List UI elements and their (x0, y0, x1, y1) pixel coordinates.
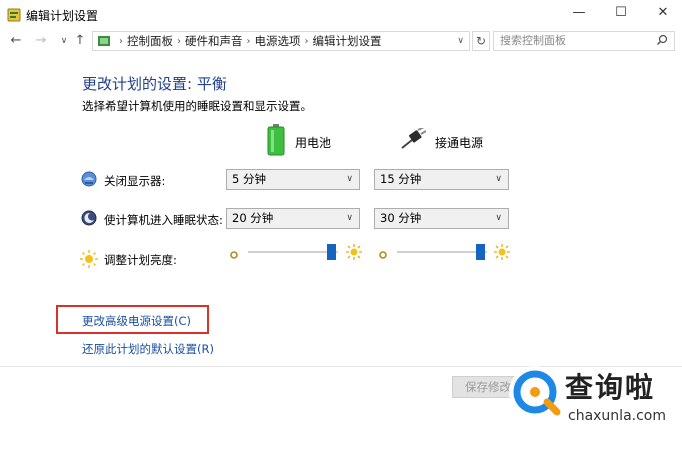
forward-button[interactable]: → (33, 33, 49, 49)
display-off-battery-value: 5 分钟 (232, 172, 266, 186)
sleep-label: 使计算机进入睡眠状态: (104, 213, 223, 227)
watermark-url: chaxunla.com (568, 408, 666, 424)
display-off-battery-select[interactable]: 5 分钟 ∨ (226, 169, 360, 190)
battery-icon (267, 124, 285, 156)
battery-column-header: 用电池 (295, 136, 332, 150)
slider-thumb[interactable] (327, 244, 336, 260)
slider-track (397, 251, 487, 253)
sleep-moon-icon (81, 210, 97, 226)
minimize-button[interactable]: — (568, 4, 590, 22)
refresh-button[interactable]: ↻ (472, 31, 490, 51)
search-icon[interactable] (656, 33, 668, 51)
dim-sun-icon (228, 246, 240, 259)
restore-defaults-link[interactable]: 还原此计划的默认设置(R) (82, 341, 214, 357)
bright-sun-icon (346, 244, 362, 260)
watermark-logo-icon (507, 364, 563, 420)
control-panel-icon (97, 34, 111, 48)
breadcrumb-separator-icon: › (246, 35, 251, 47)
breadcrumb-control-panel[interactable]: 控制面板 (127, 33, 173, 49)
display-off-plugged-select[interactable]: 15 分钟 ∨ (374, 169, 509, 190)
slider-thumb[interactable] (476, 244, 485, 260)
chevron-down-icon: ∨ (495, 174, 502, 184)
window-title: 编辑计划设置 (26, 9, 99, 23)
breadcrumb-separator-icon: › (119, 35, 123, 47)
brightness-sun-icon (80, 250, 98, 268)
search-placeholder: 搜索控制面板 (500, 34, 566, 47)
plugged-brightness-slider[interactable] (397, 243, 487, 261)
breadcrumb-edit-plan[interactable]: 编辑计划设置 (313, 33, 382, 49)
breadcrumb-separator-icon: › (304, 35, 309, 47)
breadcrumb-hardware-sound[interactable]: 硬件和声音 (185, 33, 243, 49)
monitor-icon (81, 171, 97, 187)
page-subtitle: 选择希望计算机使用的睡眠设置和显示设置。 (82, 99, 312, 113)
power-plug-icon (400, 126, 427, 150)
display-off-label: 关闭显示器: (104, 174, 166, 188)
sleep-battery-value: 20 分钟 (232, 211, 274, 225)
brightness-label-text: 调整计划亮度: (104, 253, 177, 267)
display-off-plugged-value: 15 分钟 (380, 172, 422, 186)
search-input[interactable]: 搜索控制面板 (493, 31, 675, 51)
chevron-down-icon: ∨ (346, 213, 353, 223)
bright-sun-icon (494, 244, 510, 260)
chevron-down-icon: ∨ (346, 174, 353, 184)
address-bar[interactable]: › 控制面板 › 硬件和声音 › 电源选项 › 编辑计划设置 ∨ (92, 31, 470, 51)
breadcrumb-power-options[interactable]: 电源选项 (255, 33, 301, 49)
slider-track (248, 251, 338, 253)
sleep-plugged-select[interactable]: 30 分钟 ∨ (374, 208, 509, 229)
page-title: 更改计划的设置: 平衡 (82, 75, 227, 93)
address-dropdown-icon[interactable]: ∨ (457, 36, 464, 46)
advanced-power-settings-link[interactable]: 更改高级电源设置(C) (82, 313, 191, 329)
close-button[interactable]: ✕ (652, 4, 674, 22)
maximize-button[interactable]: ☐ (610, 4, 632, 22)
app-icon (7, 7, 21, 22)
dim-sun-icon (377, 246, 389, 259)
up-button[interactable]: ↑ (72, 33, 88, 49)
back-button[interactable]: ← (8, 33, 24, 49)
recent-dropdown-button[interactable]: ∨ (56, 33, 72, 49)
plugged-in-column-header: 接通电源 (435, 136, 484, 150)
sleep-battery-select[interactable]: 20 分钟 ∨ (226, 208, 360, 229)
sleep-plugged-value: 30 分钟 (380, 211, 422, 225)
breadcrumb-separator-icon: › (177, 35, 181, 47)
watermark-brand: 查询啦 (565, 371, 656, 404)
battery-brightness-slider[interactable] (248, 243, 338, 261)
chevron-down-icon: ∨ (495, 213, 502, 223)
